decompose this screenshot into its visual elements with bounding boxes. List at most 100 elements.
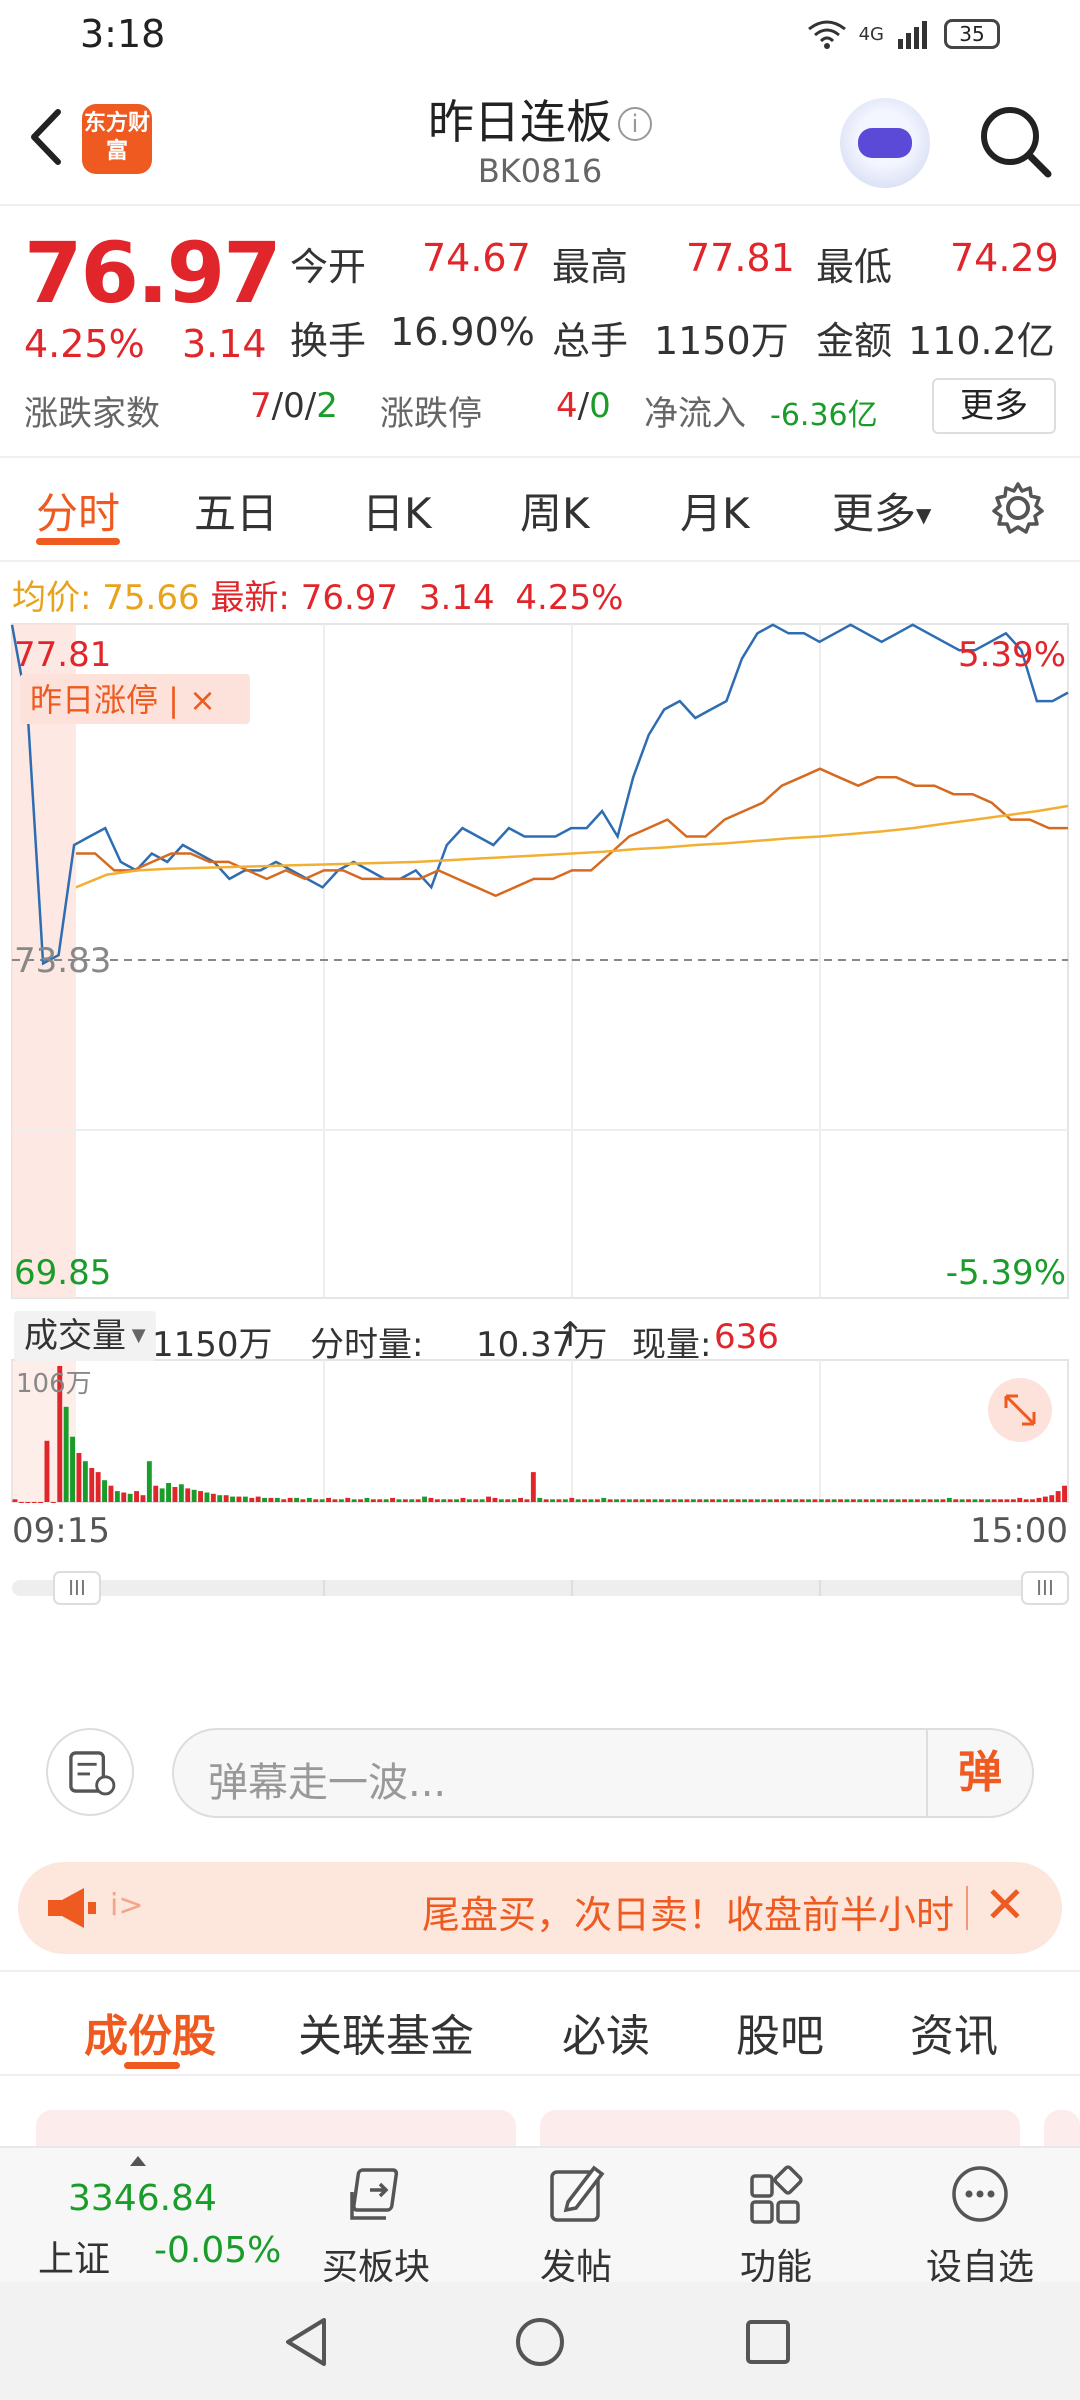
volume-bar — [217, 1495, 223, 1502]
volume-bar — [492, 1497, 498, 1502]
tab-must-read[interactable]: 必读 — [562, 2000, 650, 2064]
volume-indicator-select[interactable]: 成交量 ▼ — [14, 1311, 156, 1361]
danmaku-send-button[interactable]: 弹 — [926, 1730, 1032, 1816]
volume-bar — [364, 1497, 370, 1502]
volume-bar — [383, 1499, 389, 1502]
add-watchlist-button[interactable]: 设自选 — [900, 2158, 1060, 2288]
volume-bar — [236, 1496, 242, 1502]
tab-forum[interactable]: 股吧 — [736, 2000, 824, 2064]
volume-bar — [671, 1499, 677, 1502]
functions-button[interactable]: 功能 — [696, 2158, 856, 2288]
volume-bar — [249, 1497, 255, 1502]
volume-bar — [422, 1496, 427, 1502]
index-name: 上证 — [38, 2239, 111, 2280]
comment-settings-icon[interactable] — [46, 1728, 134, 1816]
up-arrow-icon: ↑ — [556, 1315, 585, 1355]
volume-bar — [230, 1496, 235, 1502]
volume-bar — [1042, 1496, 1048, 1502]
volume-bar — [588, 1499, 594, 1502]
y-min-label: 69.85 — [14, 1253, 111, 1293]
volume-bar — [569, 1497, 575, 1502]
tab-related-funds[interactable]: 关联基金 — [298, 2000, 474, 2064]
latest-value: 76.97 — [300, 578, 399, 618]
tab-news[interactable]: 资讯 — [910, 2000, 998, 2064]
volume-bar — [396, 1499, 402, 1502]
volume-bar — [121, 1492, 127, 1502]
high-value: 77.81 — [686, 236, 795, 280]
more-dots-icon — [952, 2166, 1008, 2222]
legend-tag-limit-up[interactable]: 昨日涨停 | × — [30, 681, 216, 719]
volume-bar — [146, 1461, 152, 1502]
tab-five-day[interactable]: 五日 — [194, 480, 278, 541]
low-value: 74.29 — [950, 236, 1059, 280]
volume-bar — [198, 1491, 203, 1502]
volume-bar — [358, 1499, 363, 1502]
tab-daily-k[interactable]: 日K — [362, 480, 432, 541]
constituent-cards — [0, 2110, 1080, 2150]
volume-bar — [370, 1499, 376, 1502]
volume-bar — [594, 1499, 600, 1502]
tab-more[interactable]: 更多▼ — [832, 480, 931, 541]
tab-constituents[interactable]: 成份股 — [84, 2000, 216, 2064]
stock-card[interactable] — [1044, 2110, 1080, 2150]
volume-bar — [530, 1472, 536, 1502]
volume-bar — [50, 1502, 56, 1503]
wifi-icon — [807, 20, 846, 49]
danmaku-input[interactable]: 弹幕走一波... 弹 — [172, 1728, 1034, 1818]
volume-bar — [582, 1499, 587, 1502]
range-handle-left[interactable]: III — [53, 1571, 101, 1605]
volume-bar — [940, 1499, 946, 1502]
volume-bar — [12, 1499, 18, 1502]
volume-bar — [889, 1499, 895, 1502]
range-handle-right[interactable]: III — [1021, 1571, 1069, 1605]
volume-bar — [639, 1499, 645, 1502]
avg-value: 75.66 — [102, 578, 200, 618]
close-icon[interactable]: ✕ — [984, 1876, 1026, 1934]
promo-banner[interactable]: i> 尾盘买，次日卖！收盘前半小时 ✕ — [18, 1862, 1062, 1954]
volume-bar — [255, 1496, 261, 1502]
volume-bar — [274, 1497, 280, 1502]
volume-bar — [511, 1499, 517, 1502]
volume-bar — [460, 1497, 466, 1502]
stock-card[interactable] — [36, 2110, 516, 2150]
volume-bar — [543, 1499, 549, 1502]
volume-bar — [863, 1499, 869, 1502]
limit-values: 4/0 — [556, 386, 611, 426]
tab-intraday[interactable]: 分时 — [36, 480, 120, 541]
volume-bar — [825, 1499, 831, 1502]
volume-total: 1150万 — [152, 1325, 273, 1365]
stock-card[interactable] — [540, 2110, 1020, 2150]
buy-sector-button[interactable]: 买板块 — [296, 2158, 456, 2288]
nav-home-icon[interactable] — [514, 2316, 566, 2368]
info-icon[interactable]: i — [618, 107, 652, 141]
y-max-label: 77.81 — [14, 635, 111, 675]
intraday-chart[interactable]: 77.81 73.83 69.85 5.39% -5.39% 昨日涨停 | × … — [0, 620, 1080, 1725]
open-value: 74.67 — [422, 236, 531, 280]
open-label: 今开 — [290, 245, 367, 289]
search-icon[interactable] — [976, 102, 1056, 182]
page-title: 昨日连板 — [428, 95, 612, 149]
tab-monthly-k[interactable]: 月K — [680, 480, 750, 541]
tab-underline — [36, 538, 120, 545]
volume-bar — [524, 1499, 530, 1502]
volume-bar — [767, 1499, 773, 1502]
comment-bar: 弹幕走一波... 弹 — [0, 1700, 1080, 1840]
app-header: 东方财富 昨日连板 i BK0816 — [0, 72, 1080, 206]
volume-bar — [716, 1499, 722, 1502]
more-quote-button[interactable]: 更多 — [932, 378, 1056, 434]
low-label: 最低 — [816, 245, 893, 289]
volume-bar — [351, 1499, 357, 1502]
nav-back-icon[interactable] — [282, 2316, 332, 2368]
tab-weekly-k[interactable]: 周K — [520, 480, 590, 541]
nav-recents-icon[interactable] — [744, 2318, 792, 2366]
tab-more-label: 更多 — [832, 489, 917, 538]
post-button[interactable]: 发帖 — [496, 2158, 656, 2288]
breadth-down: 2 — [316, 386, 338, 426]
assistant-robot-icon[interactable] — [840, 98, 930, 188]
gear-icon[interactable] — [990, 480, 1046, 536]
volume-bar — [390, 1497, 395, 1502]
volume-bar — [818, 1499, 824, 1502]
dropdown-caret-icon: ▼ — [916, 503, 932, 527]
volume-bar — [754, 1499, 760, 1502]
volume-bar — [76, 1453, 82, 1502]
